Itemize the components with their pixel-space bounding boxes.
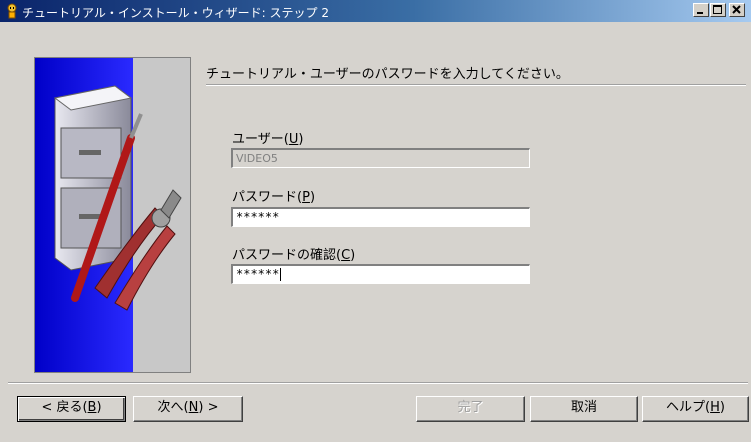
cancel-button[interactable]: 取消: [530, 396, 638, 422]
finish-button[interactable]: 完了: [416, 396, 525, 422]
user-label: ユーザー(U): [232, 132, 304, 147]
password-label: パスワード(P): [232, 190, 316, 205]
minimize-button[interactable]: [693, 3, 709, 17]
confirm-password-value: ******: [236, 267, 280, 281]
help-button[interactable]: ヘルプ(H): [642, 396, 749, 422]
window-title: チュートリアル・インストール・ウィザード: ステップ 2: [22, 6, 329, 20]
text-caret: [280, 268, 282, 281]
button-separator: [8, 382, 748, 384]
next-button[interactable]: 次へ(N) >: [133, 396, 243, 422]
wizard-icon: [4, 3, 20, 19]
close-button[interactable]: [729, 3, 745, 17]
page-heading: チュートリアル・ユーザーのパスワードを入力してください。: [206, 67, 569, 82]
heading-divider: [206, 84, 746, 86]
title-bar[interactable]: チュートリアル・インストール・ウィザード: ステップ 2: [0, 0, 751, 22]
password-field[interactable]: ******: [231, 207, 530, 227]
back-button[interactable]: < 戻る(B): [17, 396, 126, 422]
confirm-password-label: パスワードの確認(C): [232, 248, 356, 263]
maximize-button[interactable]: [710, 3, 726, 17]
wizard-illustration: [34, 57, 191, 373]
confirm-password-field[interactable]: ******: [231, 264, 530, 284]
user-field: VIDEO5: [231, 148, 530, 168]
